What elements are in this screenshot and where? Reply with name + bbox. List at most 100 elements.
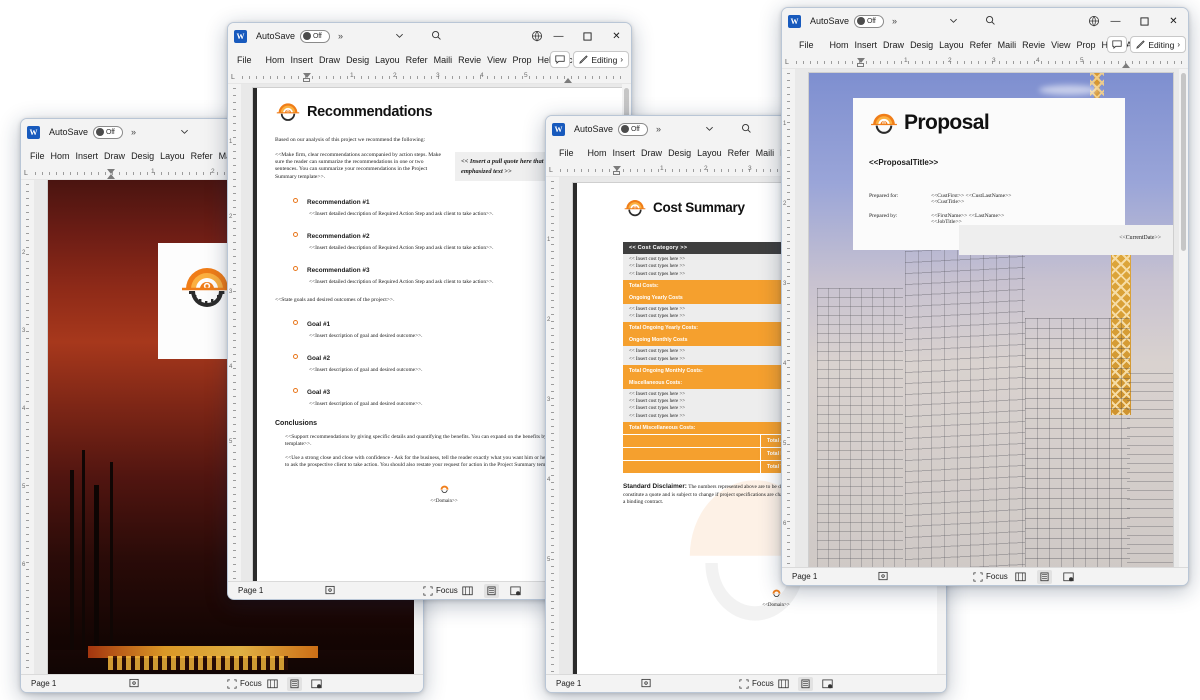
editing-caret[interactable]: › — [620, 55, 623, 64]
focus-mode-button[interactable]: Focus — [739, 678, 774, 689]
view-print-layout[interactable] — [798, 676, 813, 691]
editing-mode-button[interactable]: Editing › — [1130, 36, 1186, 53]
view-web-layout[interactable] — [309, 677, 324, 691]
ribbon-tab-home[interactable]: Hom — [585, 146, 610, 160]
tab-stop-icon[interactable]: L — [231, 74, 235, 81]
comments-button[interactable] — [1107, 36, 1128, 53]
view-web-layout[interactable] — [1061, 570, 1076, 584]
ribbon-tab-layout[interactable]: Layou — [372, 53, 403, 67]
maximize-button[interactable] — [573, 23, 602, 49]
ribbon-tab-home[interactable]: Hom — [827, 38, 852, 52]
title-overflow-icon[interactable]: » — [131, 127, 136, 137]
vertical-scrollbar[interactable] — [1179, 69, 1188, 567]
minimize-button[interactable]: — — [1101, 8, 1130, 34]
ribbon-tab-design[interactable]: Desig — [907, 38, 936, 52]
titlebar[interactable]: W AutoSave Off » — ✕ — [228, 23, 631, 49]
status-bar[interactable]: Page 1 Focus — [546, 674, 946, 692]
tab-stop-icon[interactable]: L — [785, 59, 789, 66]
left-indent-marker[interactable] — [857, 63, 864, 67]
ribbon-tab-file[interactable]: File — [556, 146, 577, 160]
search-icon[interactable] — [428, 27, 445, 44]
ribbon-tab-draw[interactable]: Draw — [101, 149, 128, 163]
right-indent-marker[interactable] — [564, 78, 572, 83]
ribbon-tab-insert[interactable]: Insert — [852, 38, 881, 52]
vertical-ruler[interactable]: 1 2 3 4 5 — [228, 84, 241, 581]
accessibility-check-icon[interactable] — [129, 678, 140, 689]
ribbon-right-controls[interactable]: Editing › — [1107, 36, 1186, 53]
close-button[interactable]: ✕ — [1159, 8, 1188, 34]
status-page[interactable]: Page 1 — [792, 572, 817, 581]
chevron-down-icon[interactable] — [945, 12, 962, 29]
ribbon-tab-mailings[interactable]: Maili — [753, 146, 778, 160]
ribbon-tab-layout[interactable]: Layou — [936, 38, 967, 52]
right-indent-marker[interactable] — [1122, 63, 1130, 68]
vertical-ruler[interactable]: 1 2 3 4 5 — [546, 177, 559, 674]
search-icon[interactable] — [738, 120, 755, 137]
ribbon-tab-home[interactable]: Hom — [263, 53, 288, 67]
ribbon-tab-file[interactable]: File — [27, 149, 48, 163]
page-canvas[interactable]: Proposal <<ProposalTitle>> Prepared for:… — [795, 69, 1188, 567]
window-controls[interactable]: — ✕ — [544, 23, 631, 49]
document-page-proposal[interactable]: Proposal <<ProposalTitle>> Prepared for:… — [809, 73, 1173, 567]
chevron-down-icon[interactable] — [176, 123, 193, 140]
view-read-mode[interactable] — [776, 677, 791, 691]
ribbon-tab-file[interactable]: File — [234, 53, 255, 67]
search-icon[interactable] — [982, 12, 999, 29]
comments-button[interactable] — [550, 51, 571, 68]
ribbon-tabs[interactable]: File Hom Insert Draw Desig Layou Refer M… — [782, 34, 1188, 56]
ribbon-tab-view[interactable]: View — [484, 53, 509, 67]
ribbon-tab-mailings[interactable]: Maili — [431, 53, 456, 67]
view-read-mode[interactable] — [1013, 570, 1028, 584]
ribbon-tab-insert[interactable]: Insert — [610, 146, 639, 160]
title-overflow-icon[interactable]: » — [338, 31, 343, 41]
globe-icon[interactable] — [1085, 12, 1102, 29]
autosave-toggle[interactable]: Off — [300, 29, 331, 43]
document-area[interactable]: 1 2 3 4 5 6 Proposal <<ProposalTitle>> P… — [782, 69, 1188, 567]
view-print-layout[interactable] — [484, 583, 499, 598]
view-web-layout[interactable] — [820, 677, 835, 691]
ribbon-tab-home[interactable]: Hom — [48, 149, 73, 163]
ribbon-tab-file[interactable]: File — [796, 38, 817, 52]
chevron-down-icon[interactable] — [701, 120, 718, 137]
window-controls[interactable]: — ✕ — [1101, 8, 1188, 34]
view-read-mode[interactable] — [460, 584, 475, 598]
titlebar[interactable]: W AutoSave Off » — ✕ — [782, 8, 1188, 34]
ribbon-tab-design[interactable]: Desig — [128, 149, 157, 163]
horizontal-ruler[interactable]: L 1 2 3 4 5 — [782, 56, 1188, 69]
focus-mode-button[interactable]: Focus — [423, 585, 458, 596]
title-overflow-icon[interactable]: » — [892, 16, 897, 26]
left-indent-marker[interactable] — [613, 171, 620, 175]
view-web-layout[interactable] — [508, 584, 523, 598]
ribbon-tab-insert[interactable]: Insert — [73, 149, 102, 163]
horizontal-ruler[interactable]: L 1 2 3 4 5 — [228, 71, 631, 84]
scroll-thumb[interactable] — [1181, 73, 1186, 251]
chevron-down-icon[interactable] — [391, 27, 408, 44]
accessibility-check-icon[interactable] — [641, 678, 652, 689]
hanging-indent-marker[interactable] — [107, 174, 115, 179]
ribbon-tab-layout[interactable]: Layou — [694, 146, 725, 160]
ribbon-tab-proposal[interactable]: Prop — [1074, 38, 1099, 52]
accessibility-check-icon[interactable] — [325, 585, 336, 596]
ribbon-tab-draw[interactable]: Draw — [638, 146, 665, 160]
left-indent-marker[interactable] — [303, 78, 310, 82]
ribbon-tab-draw[interactable]: Draw — [880, 38, 907, 52]
status-bar[interactable]: Page 1 Focus — [782, 567, 1188, 585]
view-print-layout[interactable] — [287, 676, 302, 691]
tab-stop-icon[interactable]: L — [549, 167, 553, 174]
status-page[interactable]: Page 1 — [556, 679, 581, 688]
focus-mode-button[interactable]: Focus — [227, 678, 262, 689]
tab-stop-icon[interactable]: L — [24, 170, 28, 177]
status-bar[interactable]: Page 1 Focus — [21, 674, 423, 692]
status-page[interactable]: Page 1 — [238, 586, 263, 595]
ribbon-tab-references[interactable]: Refer — [725, 146, 753, 160]
view-print-layout[interactable] — [1037, 569, 1052, 584]
close-button[interactable]: ✕ — [602, 23, 631, 49]
title-overflow-icon[interactable]: » — [656, 124, 661, 134]
ribbon-tab-design[interactable]: Desig — [665, 146, 694, 160]
ribbon-tab-review[interactable]: Revie — [455, 53, 484, 67]
autosave-toggle[interactable]: Off — [93, 125, 124, 139]
editing-caret[interactable]: › — [1177, 40, 1180, 49]
word-window-proposal[interactable]: W AutoSave Off » — ✕ File Hom Insert Dra… — [781, 7, 1189, 586]
globe-icon[interactable] — [528, 27, 545, 44]
ribbon-right-controls[interactable]: Editing › — [550, 51, 629, 68]
